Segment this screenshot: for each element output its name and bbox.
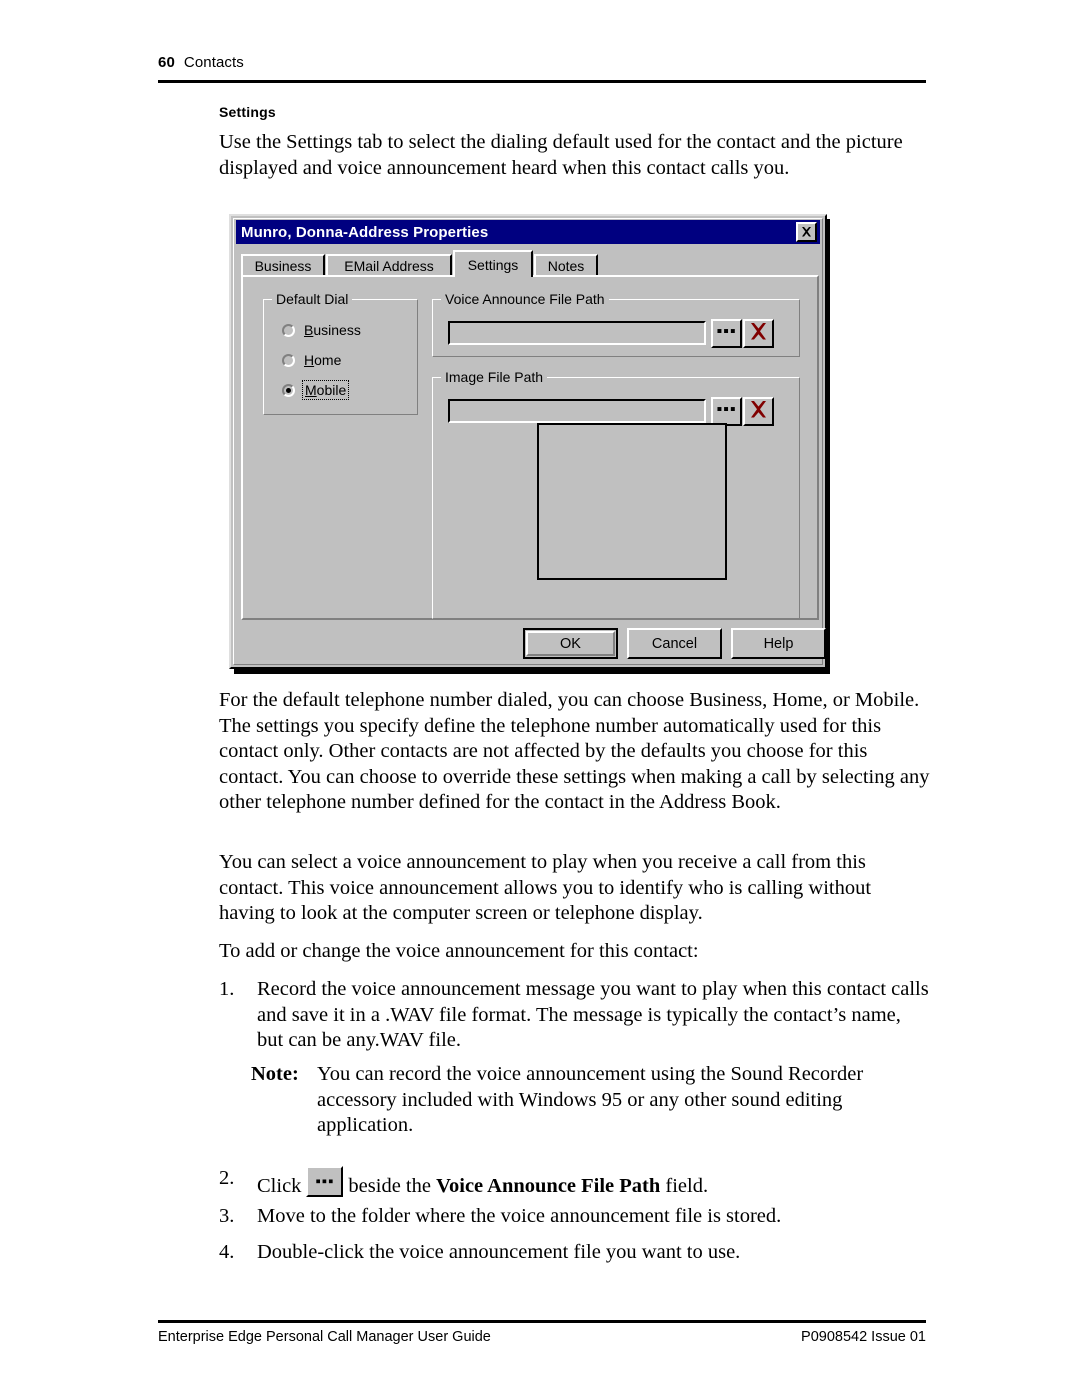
cancel-button-label: Cancel — [651, 635, 698, 652]
dialog-titlebar: Munro, Donna-Address Properties — [236, 220, 820, 244]
image-clear-button[interactable] — [743, 397, 774, 426]
footer-right-text: P0908542 Issue 01 — [801, 1329, 926, 1345]
step-3: 3. Move to the folder where the voice an… — [219, 1204, 931, 1230]
tab-business-label: Business — [254, 258, 312, 274]
note-text: You can record the voice announcement us… — [317, 1063, 864, 1136]
header-section-title: Contacts — [183, 54, 244, 71]
ellipsis-icon: ▪▪▪ — [716, 322, 737, 340]
tab-notes[interactable]: Notes — [534, 254, 598, 276]
radio-home-label: Home — [304, 352, 342, 368]
step-2-text: Click ▪▪▪ beside the Voice Announce File P… — [257, 1166, 931, 1200]
tab-email-address-label: EMail Address — [344, 258, 434, 274]
radio-business-label: Business — [304, 322, 361, 338]
default-dial-group: Default Dial Business Home Mobile — [263, 291, 418, 415]
browse-ellipsis-button-graphic: ▪▪▪ — [306, 1166, 344, 1197]
radio-business-indicator — [282, 323, 295, 337]
page-footer: Enterprise Edge Personal Call Manager Us… — [158, 1329, 926, 1345]
tab-notes-label: Notes — [547, 258, 585, 274]
dialog-tabstrip: Business EMail Address Settings Notes — [241, 250, 819, 277]
ok-button-label: OK — [560, 635, 581, 652]
voice-clear-button[interactable] — [743, 319, 774, 348]
help-button[interactable]: Help — [731, 628, 826, 659]
red-x-icon — [749, 322, 768, 346]
ellipsis-icon: ▪▪▪ — [315, 1172, 335, 1190]
page-header: 60 Contacts — [158, 54, 926, 71]
image-group-title: Image File Path — [441, 369, 548, 385]
tab-business[interactable]: Business — [241, 254, 325, 276]
radio-default-dial-home[interactable]: Home — [282, 352, 341, 368]
step-2-suffix: field. — [665, 1175, 709, 1197]
step-1-number: 1. — [219, 978, 235, 1000]
dialog-title: Munro, Donna-Address Properties — [241, 223, 489, 241]
voice-announce-file-path-group: Voice Announce File Path ▪▪▪ — [432, 291, 800, 357]
image-file-path-group: Image File Path ▪▪▪ — [432, 369, 800, 619]
page-number: 60 — [158, 54, 175, 71]
note-block: Note: You can record the voice announcem… — [251, 1062, 941, 1139]
step-2-middle: beside the — [348, 1175, 431, 1197]
default-dial-group-title: Default Dial — [272, 291, 353, 307]
image-preview — [537, 423, 727, 580]
voice-browse-button[interactable]: ▪▪▪ — [711, 319, 742, 348]
cancel-button[interactable]: Cancel — [627, 628, 722, 659]
radio-mobile-indicator — [282, 383, 295, 397]
step-1: 1. Record the voice announcement message… — [219, 977, 931, 1054]
image-browse-button[interactable]: ▪▪▪ — [711, 397, 742, 426]
settings-tab-panel: Default Dial Business Home Mobile Voice … — [241, 275, 819, 620]
step-2-field-name: Voice Announce File Path — [436, 1175, 661, 1197]
help-button-label: Help — [763, 635, 794, 652]
address-properties-dialog: Munro, Donna-Address Properties Business… — [229, 214, 827, 669]
footer-divider — [158, 1320, 926, 1323]
intro-paragraph: Use the Settings tab to select the diali… — [219, 131, 903, 179]
tab-settings-label: Settings — [467, 256, 519, 273]
red-x-icon — [749, 400, 768, 424]
voice-announcement-paragraph: You can select a voice announcement to p… — [219, 851, 872, 924]
radio-home-indicator — [282, 353, 295, 367]
tab-settings[interactable]: Settings — [453, 250, 533, 277]
after-figure-paragraph: For the default telephone number dialed,… — [219, 689, 930, 813]
radio-mobile-label: Mobile — [301, 380, 350, 400]
to-add-paragraph: To add or change the voice announcement … — [219, 940, 699, 962]
voice-announce-path-input[interactable] — [448, 321, 706, 345]
voice-group-title: Voice Announce File Path — [441, 291, 609, 307]
ellipsis-icon: ▪▪▪ — [716, 400, 737, 418]
step-4-text: Double-click the voice announcement file… — [257, 1241, 741, 1263]
footer-left-text: Enterprise Edge Personal Call Manager Us… — [158, 1329, 491, 1345]
step-4: 4. Double-click the voice announcement f… — [219, 1240, 931, 1266]
close-button[interactable] — [796, 222, 817, 242]
document-page: 60 Contacts Settings Use the Settings tab… — [0, 0, 1080, 1397]
ok-button[interactable]: OK — [523, 628, 618, 659]
image-path-input[interactable] — [448, 399, 706, 423]
radio-default-dial-mobile[interactable]: Mobile — [282, 380, 350, 400]
header-divider — [158, 80, 926, 83]
tab-email-address[interactable]: EMail Address — [326, 254, 452, 276]
step-2: 2. Click ▪▪▪ beside the Voice Announce Fil… — [219, 1166, 931, 1200]
step-1-text: Record the voice announcement message yo… — [257, 978, 929, 1051]
section-subheading: Settings — [219, 104, 276, 120]
step-2-number: 2. — [219, 1167, 235, 1189]
step-2-prefix: Click — [257, 1175, 302, 1197]
note-label: Note: — [251, 1063, 299, 1085]
step-4-number: 4. — [219, 1241, 235, 1263]
step-3-number: 3. — [219, 1205, 235, 1227]
step-3-text: Move to the folder where the voice annou… — [257, 1205, 782, 1227]
radio-default-dial-business[interactable]: Business — [282, 322, 361, 338]
